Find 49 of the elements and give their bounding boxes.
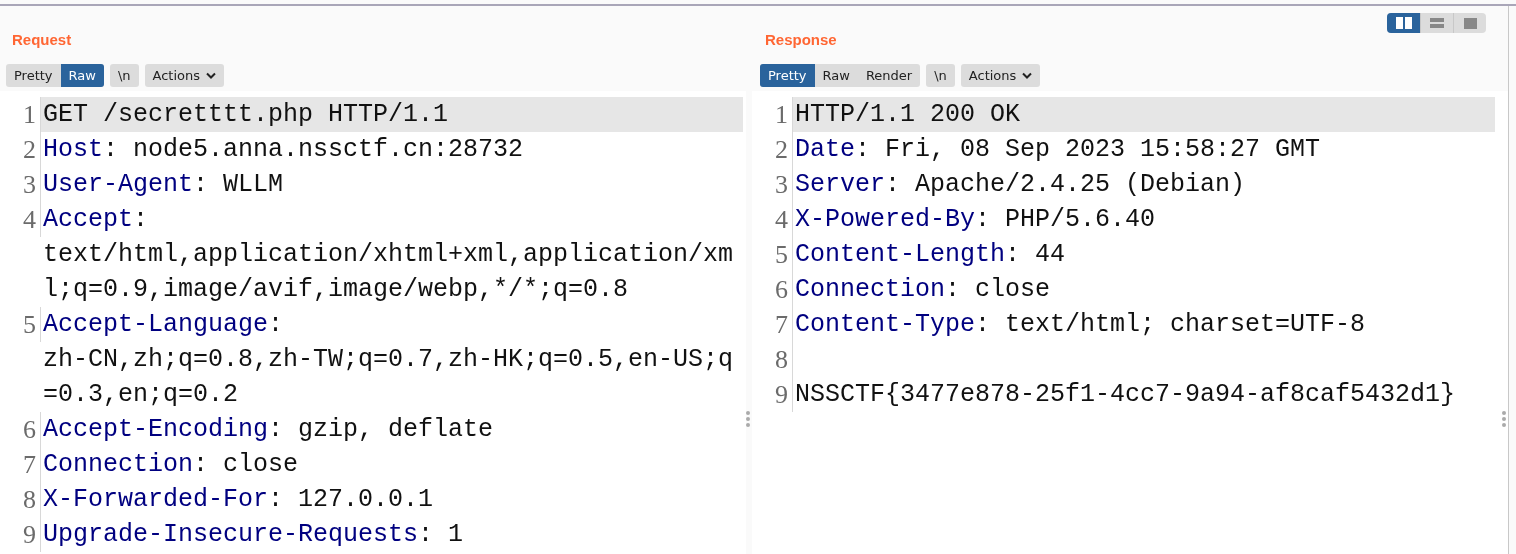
view-tab[interactable]: Raw xyxy=(60,64,104,87)
rows-icon xyxy=(1430,18,1444,28)
caret-icon xyxy=(1022,72,1033,79)
view-tab[interactable]: Pretty xyxy=(6,64,61,87)
code-line: Content-Type: text/html; charset=UTF-8 xyxy=(794,309,1367,341)
line-number: 4 xyxy=(0,202,41,237)
code-line: Accept: text/html,application/xhtml+xml,application/xml;q=0.9,image/avif,image/webp,*/*;q=0.8 xyxy=(42,204,735,306)
actions-button[interactable]: Actions xyxy=(960,64,1041,87)
panel-title: Response xyxy=(765,30,837,50)
code-line: X-Powered-By: PHP/5.6.40 xyxy=(794,204,1157,236)
view-tab[interactable]: Pretty xyxy=(760,64,815,87)
line-number: 3 xyxy=(752,167,793,202)
panel-title: Request xyxy=(12,30,72,50)
line-number: 6 xyxy=(752,272,793,307)
line-number: 7 xyxy=(752,307,793,342)
line-number: 9 xyxy=(752,377,793,412)
line-number: 8 xyxy=(752,342,793,377)
code-line: X-Forwarded-For: 127.0.0.1 xyxy=(42,484,435,516)
line-number: 9 xyxy=(0,517,41,552)
line-number: 2 xyxy=(0,132,41,167)
line-number: 3 xyxy=(0,167,41,202)
drag-handle[interactable] xyxy=(1502,411,1506,427)
line-number: 2 xyxy=(752,132,793,167)
code-line: Connection: close xyxy=(794,274,1052,306)
line-number: 7 xyxy=(0,447,41,482)
code-line: Date: Fri, 08 Sep 2023 15:58:27 GMT xyxy=(794,134,1322,166)
drag-handle[interactable] xyxy=(746,411,750,427)
view-tab[interactable]: Render xyxy=(857,64,921,87)
view-tab[interactable]: Raw xyxy=(814,64,858,87)
code-line: Host: node5.anna.nssctf.cn:28732 xyxy=(42,134,525,166)
square-icon xyxy=(1463,17,1477,29)
code-line: NSSCTF{3477e878-25f1-4cc7-9a94-af8caf5432d1} xyxy=(794,379,1457,411)
columns-icon xyxy=(1395,17,1412,29)
code-line: Server: Apache/2.4.25 (Debian) xyxy=(794,169,1247,201)
line-number: 6 xyxy=(0,412,41,447)
code-line: Accept-Encoding: gzip, deflate xyxy=(42,414,495,446)
code-line: User-Agent: WLLM xyxy=(42,169,285,201)
actions-button[interactable]: Actions xyxy=(144,64,225,87)
layout-button[interactable] xyxy=(1387,13,1420,33)
line-number: 5 xyxy=(752,237,793,272)
line-number: 8 xyxy=(0,482,41,517)
line-number: 4 xyxy=(752,202,793,237)
code-line: Connection: close xyxy=(42,449,300,481)
newline-button[interactable]: \n xyxy=(109,64,139,87)
code-line: Content-Length: 44 xyxy=(794,239,1067,271)
newline-button[interactable]: \n xyxy=(926,64,955,87)
line-number: 5 xyxy=(0,307,41,342)
code-line: Upgrade-Insecure-Requests: 1 xyxy=(42,519,465,551)
caret-icon xyxy=(206,72,217,79)
